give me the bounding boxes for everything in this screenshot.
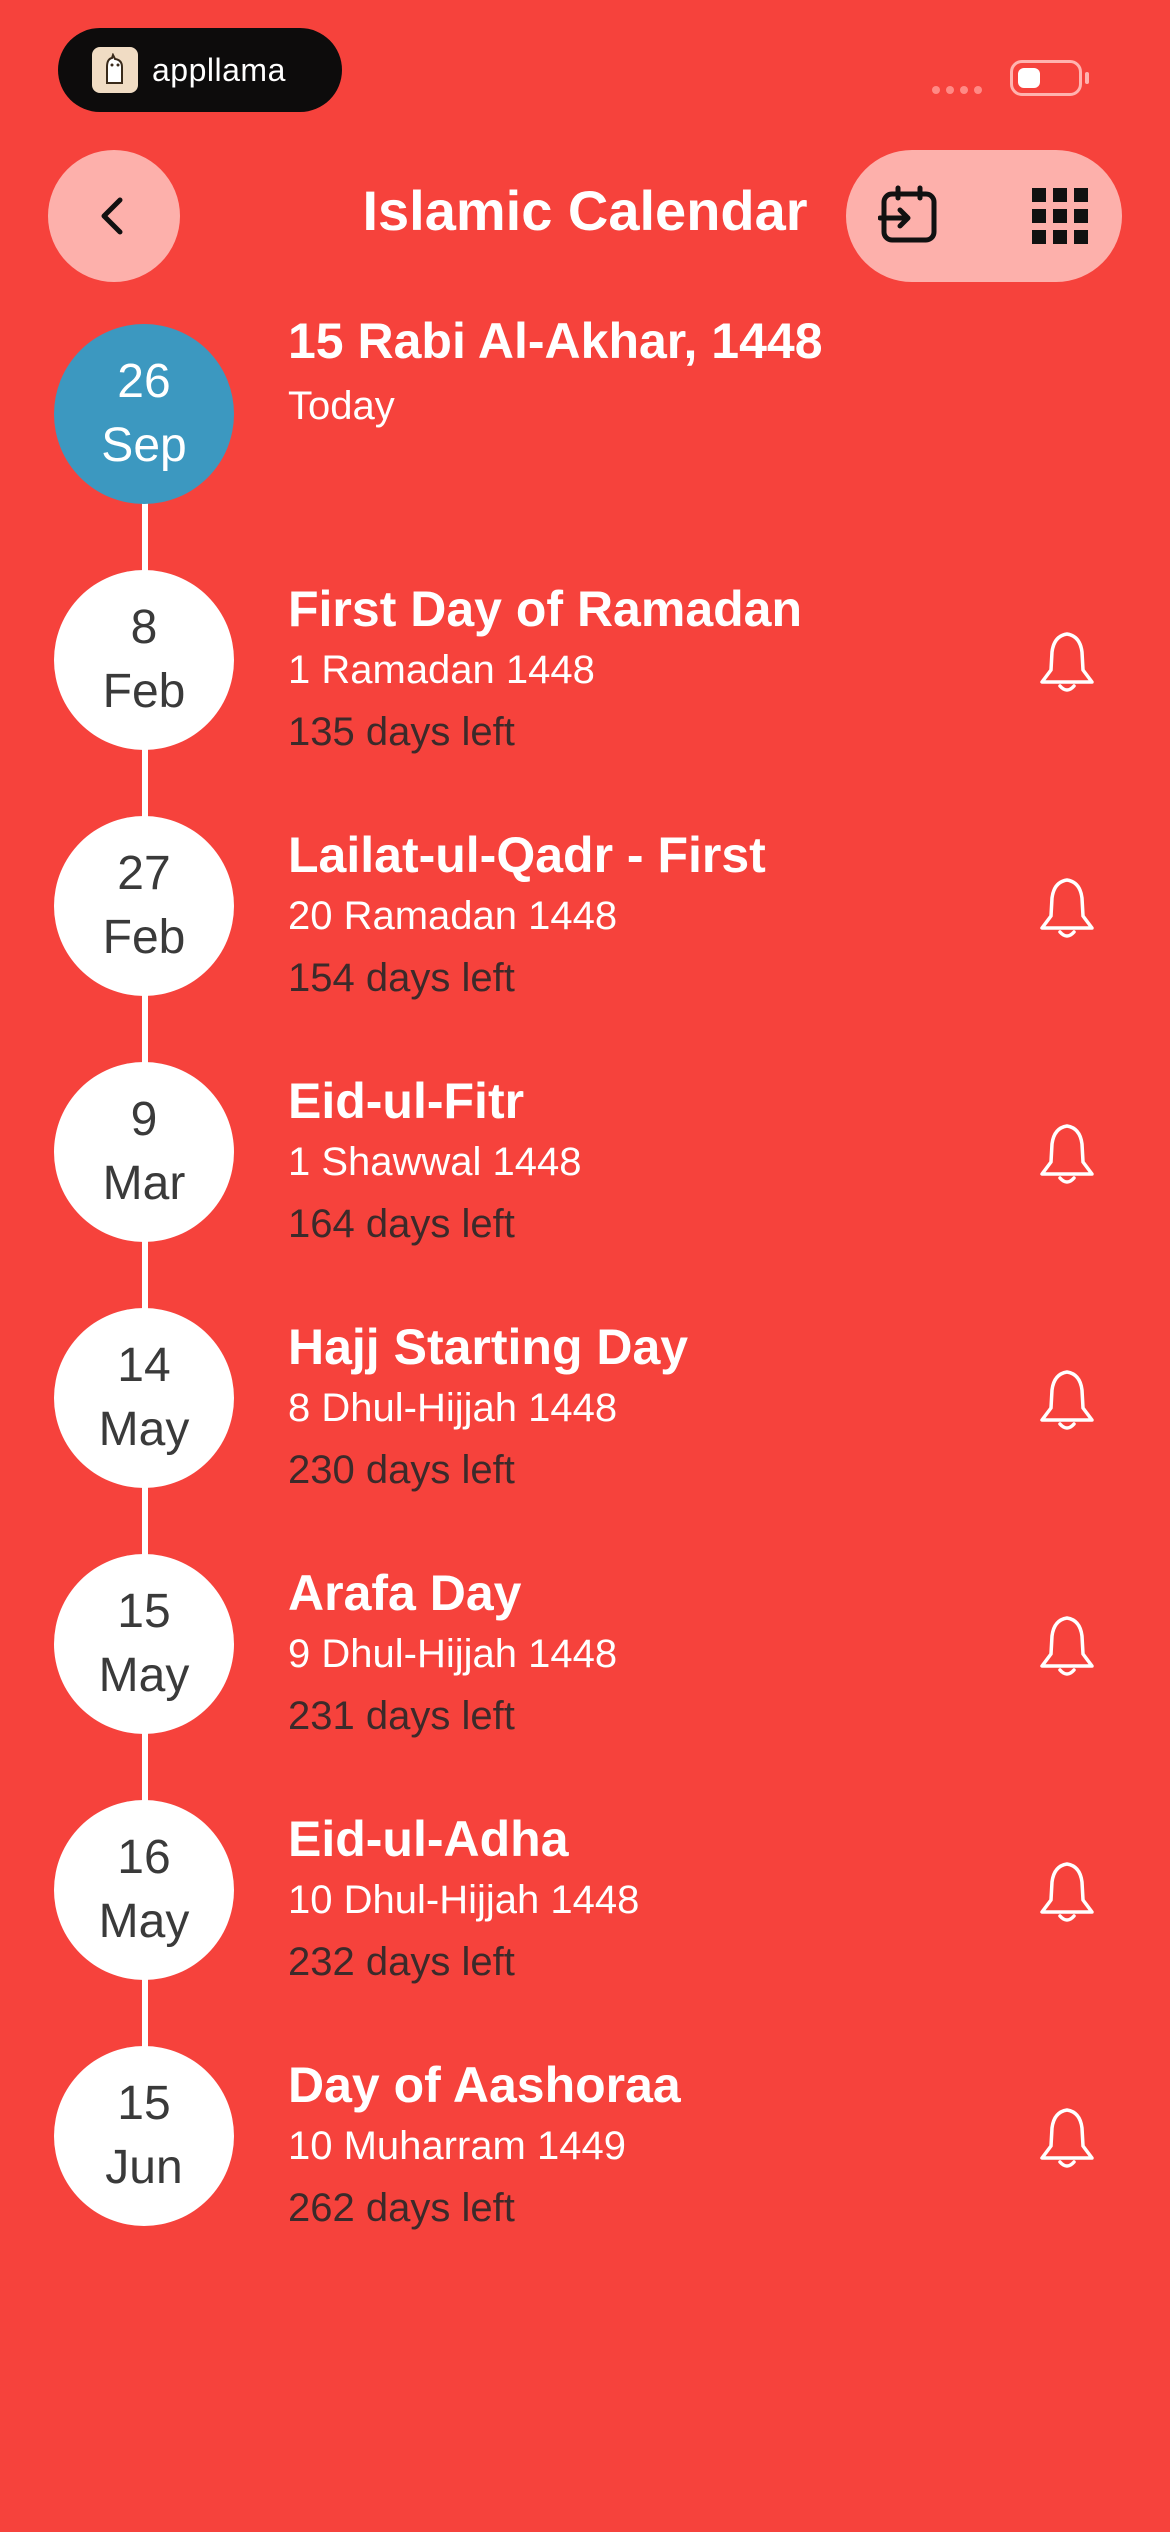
appllama-badge: appllama [58, 28, 342, 112]
days-left: 230 days left [288, 1448, 515, 1492]
date-circle: 14 May [54, 1308, 234, 1488]
date-month: Feb [102, 911, 186, 964]
status-bar: appllama [0, 0, 1170, 130]
event-hijri-date: 20 Ramadan 1448 [288, 894, 618, 938]
bell-icon[interactable] [1032, 1366, 1102, 1436]
date-day: 14 [117, 1339, 171, 1392]
date-day: 15 [117, 1585, 171, 1638]
battery-tip [1085, 72, 1089, 84]
event-item[interactable]: 9 Mar Eid-ul-Fitr 1 Shawwal 1448 164 day… [0, 1062, 1170, 1292]
event-hijri-date: 1 Shawwal 1448 [288, 1140, 582, 1184]
event-item[interactable]: 16 May Eid-ul-Adha 10 Dhul-Hijjah 1448 2… [0, 1800, 1170, 2030]
page-title: Islamic Calendar [362, 179, 808, 242]
date-day: 15 [117, 2077, 171, 2130]
date-circle: 15 Jun [54, 2046, 234, 2226]
header-actions [846, 150, 1122, 282]
chevron-left-icon [101, 197, 123, 235]
event-hijri-date: 10 Dhul-Hijjah 1448 [288, 1878, 640, 1922]
date-month: May [98, 1403, 190, 1456]
event-title: Eid-ul-Adha [288, 1811, 569, 1867]
bell-icon[interactable] [1032, 1858, 1102, 1928]
days-left: 135 days left [288, 710, 515, 754]
date-month: Feb [102, 665, 186, 718]
grid-menu-button[interactable] [1028, 184, 1092, 248]
signal-dots [932, 86, 982, 94]
days-left: 262 days left [288, 2186, 515, 2230]
date-circle: 27 Feb [54, 816, 234, 996]
hijri-date: 15 Rabi Al-Akhar, 1448 [288, 313, 823, 369]
bell-icon[interactable] [1032, 1612, 1102, 1682]
bell-icon[interactable] [1032, 874, 1102, 944]
event-title: Hajj Starting Day [288, 1319, 689, 1375]
event-item[interactable]: 27 Feb Lailat-ul-Qadr - First 20 Ramadan… [0, 816, 1170, 1046]
event-item[interactable]: 14 May Hajj Starting Day 8 Dhul-Hijjah 1… [0, 1308, 1170, 1538]
date-circle: 9 Mar [54, 1062, 234, 1242]
brand-text: appllama [152, 51, 286, 88]
date-day: 16 [117, 1831, 171, 1884]
date-day: 26 [117, 355, 171, 408]
event-item[interactable]: 8 Feb First Day of Ramadan 1 Ramadan 144… [0, 570, 1170, 800]
event-hijri-date: 1 Ramadan 1448 [288, 648, 595, 692]
days-left: 232 days left [288, 1940, 515, 1984]
date-circle: 15 May [54, 1554, 234, 1734]
back-button[interactable] [48, 150, 180, 282]
calendar-convert-icon [878, 185, 937, 243]
event-title: Lailat-ul-Qadr - First [288, 827, 766, 883]
grid-icon [1032, 188, 1088, 244]
event-item[interactable]: 15 Jun Day of Aashoraa 10 Muharram 1449 … [0, 2046, 1170, 2276]
date-circle-today: 26 Sep [54, 324, 234, 504]
llama-icon [92, 47, 138, 93]
event-hijri-date: 8 Dhul-Hijjah 1448 [288, 1386, 618, 1430]
date-month: May [98, 1895, 190, 1948]
date-circle: 16 May [54, 1800, 234, 1980]
date-day: 8 [130, 601, 158, 654]
event-title: Eid-ul-Fitr [288, 1073, 525, 1129]
bell-icon[interactable] [1032, 1120, 1102, 1190]
days-left: 154 days left [288, 956, 515, 1000]
date-day: 27 [117, 847, 171, 900]
event-title: First Day of Ramadan [288, 581, 803, 637]
date-month: May [98, 1649, 190, 1702]
days-left: 164 days left [288, 1202, 515, 1246]
date-month: Sep [101, 419, 187, 472]
date-month: Jun [105, 2141, 183, 2194]
today-label: Today [288, 384, 395, 428]
date-circle: 8 Feb [54, 570, 234, 750]
bell-icon[interactable] [1032, 2104, 1102, 2174]
event-title: Day of Aashoraa [288, 2057, 681, 2113]
event-title: Arafa Day [288, 1565, 522, 1621]
battery-icon [1010, 60, 1082, 96]
event-hijri-date: 10 Muharram 1449 [288, 2124, 626, 2168]
calendar-convert-button[interactable] [878, 184, 942, 248]
days-left: 231 days left [288, 1694, 515, 1738]
date-month: Mar [102, 1157, 186, 1210]
event-item[interactable]: 15 May Arafa Day 9 Dhul-Hijjah 1448 231 … [0, 1554, 1170, 1784]
today-item[interactable]: 26 Sep 15 Rabi Al-Akhar, 1448 Today [0, 313, 1170, 554]
event-hijri-date: 9 Dhul-Hijjah 1448 [288, 1632, 618, 1676]
date-day: 9 [130, 1093, 158, 1146]
bell-icon[interactable] [1032, 628, 1102, 698]
